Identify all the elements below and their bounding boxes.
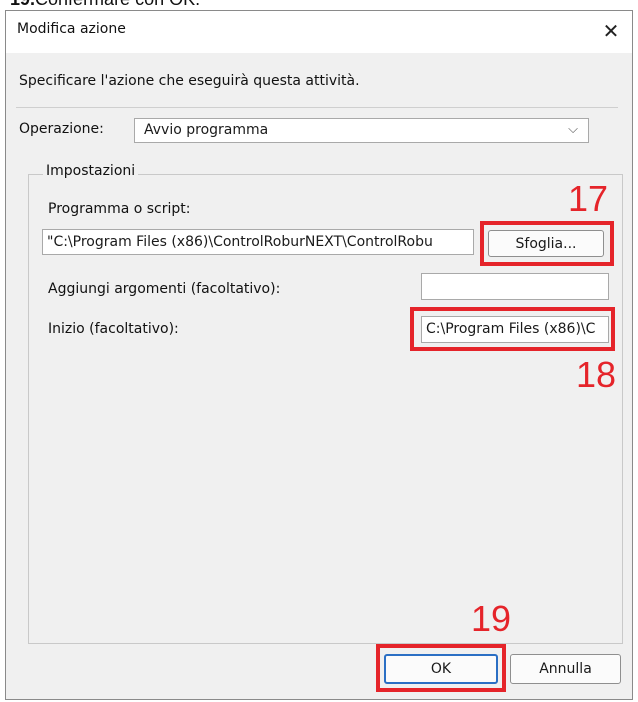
callout-box-ok xyxy=(376,644,506,692)
edit-action-dialog: Modifica azione ✕ Specificare l'azione c… xyxy=(5,10,633,700)
program-label: Programma o script: xyxy=(48,201,191,217)
doc-caption-number: 19. xyxy=(10,0,35,9)
close-icon[interactable]: ✕ xyxy=(596,17,626,45)
args-label: Aggiungi argomenti (facoltativo): xyxy=(48,281,281,297)
operation-selected-value: Avvio programma xyxy=(144,122,269,138)
window-title: Modifica azione xyxy=(17,21,126,37)
title-bar: Modifica azione ✕ xyxy=(6,11,632,53)
settings-group-title: Impostazioni xyxy=(43,163,139,179)
program-input[interactable]: "C:\Program Files (x86)\ControlRoburNEXT… xyxy=(42,229,474,255)
doc-caption: 19.Confermare con OK. xyxy=(10,0,200,10)
operation-select[interactable]: Avvio programma ⌵ xyxy=(134,118,589,143)
doc-caption-text: Confermare con OK. xyxy=(35,0,200,9)
operation-label: Operazione: xyxy=(19,121,104,137)
callout-number-18: 18 xyxy=(576,354,617,395)
callout-box-browse xyxy=(480,221,614,266)
args-input[interactable] xyxy=(421,273,609,300)
start-label: Inizio (facoltativo): xyxy=(48,321,179,337)
callout-box-start xyxy=(410,307,615,351)
chevron-down-icon: ⌵ xyxy=(568,122,578,137)
divider xyxy=(16,107,618,108)
callout-number-17: 17 xyxy=(568,178,609,219)
cancel-button[interactable]: Annulla xyxy=(510,654,621,684)
callout-number-19: 19 xyxy=(471,598,512,639)
instruction-text: Specificare l'azione che eseguirà questa… xyxy=(19,73,360,89)
